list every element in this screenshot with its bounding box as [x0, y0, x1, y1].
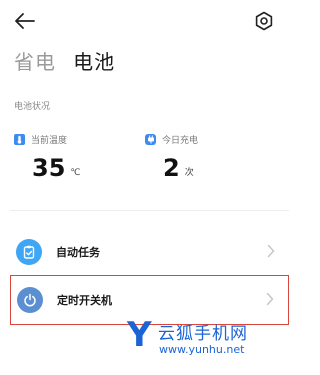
watermark-logo: Y 云狐手机网 www.yunhu.net — [125, 313, 295, 365]
charges-header: 今日充电 — [145, 133, 265, 146]
menu-item-auto-tasks[interactable]: 自动任务 — [10, 227, 289, 277]
temperature-value-group: 35 ℃ — [14, 156, 134, 180]
watermark-url: www.yunhu.net — [159, 343, 245, 356]
charges-value-group: 2 次 — [145, 156, 265, 180]
chevron-right-icon — [267, 244, 275, 258]
charges-value: 2 — [163, 154, 180, 182]
charges-stat: 今日充电 2 次 — [145, 133, 265, 180]
settings-gear-icon[interactable] — [254, 11, 274, 31]
watermark-letter: Y — [127, 315, 152, 355]
temperature-stat: 当前温度 35 ℃ — [14, 133, 134, 180]
tab-battery[interactable]: 电池 — [73, 46, 115, 75]
clipboard-check-icon — [16, 239, 42, 265]
plug-icon — [145, 134, 156, 145]
section-divider — [10, 210, 289, 211]
auto-tasks-label: 自动任务 — [56, 246, 100, 259]
watermark-brand: 云狐手机网 — [158, 324, 248, 344]
charges-unit: 次 — [184, 168, 194, 178]
charges-label: 今日充电 — [162, 136, 199, 146]
tab-power-saving[interactable]: 省电 — [14, 46, 56, 75]
power-icon — [17, 287, 43, 313]
thermometer-icon — [14, 134, 25, 145]
chevron-right-icon — [266, 292, 274, 306]
top-bar — [0, 0, 299, 44]
back-arrow-icon[interactable] — [14, 12, 36, 30]
temperature-unit: ℃ — [70, 168, 81, 178]
temperature-value: 35 — [32, 154, 66, 182]
temperature-label: 当前温度 — [31, 136, 68, 146]
battery-status-label: 电池状况 — [14, 102, 51, 112]
page-tabs: 省电 电池 — [14, 46, 115, 76]
scheduled-power-label: 定时开关机 — [57, 294, 112, 307]
temperature-header: 当前温度 — [14, 133, 134, 146]
